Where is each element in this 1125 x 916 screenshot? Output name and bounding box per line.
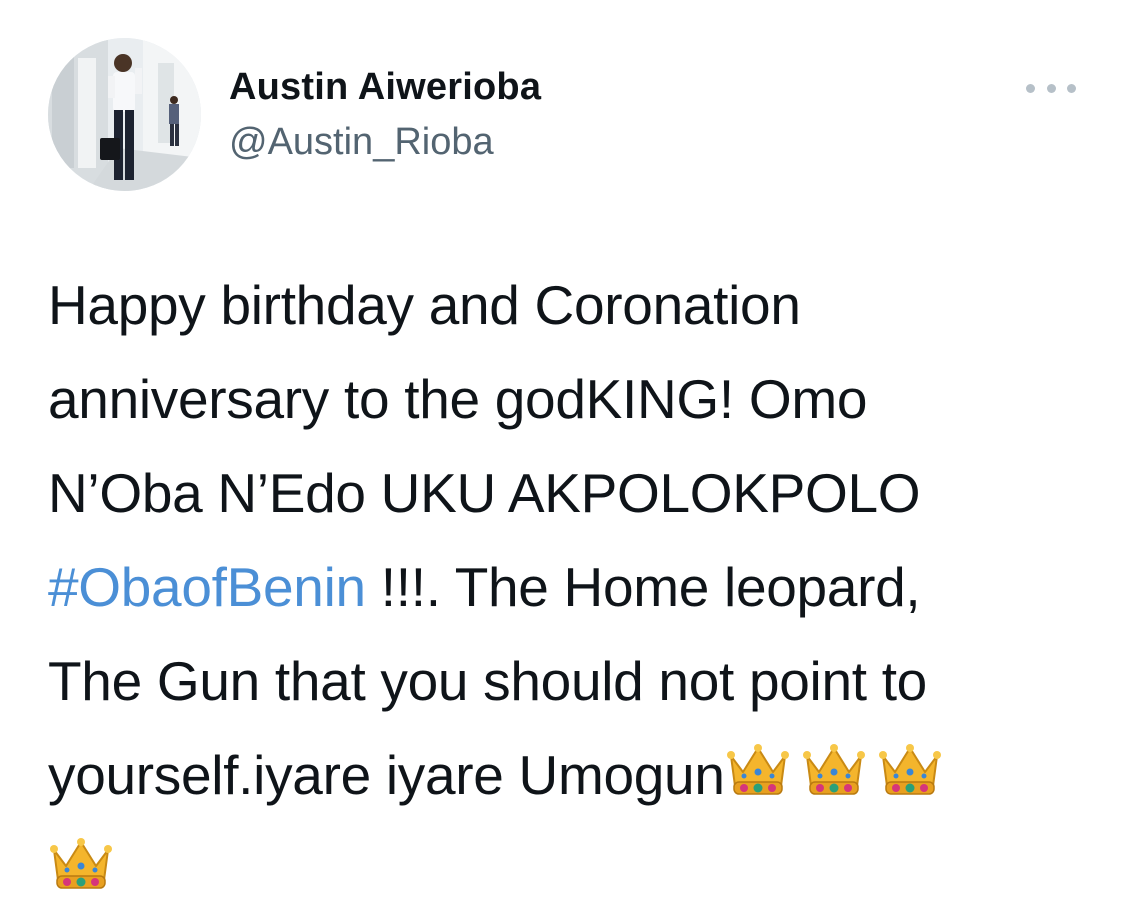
menu-dot [1067, 83, 1076, 93]
crown-icon [48, 836, 114, 894]
avatar[interactable] [48, 38, 201, 191]
crown-icon [725, 742, 791, 800]
tweet-line-text: yourself.iyare iyare Umogun [48, 744, 725, 806]
crown-icon [877, 742, 943, 800]
tweet-line-text: !!!. The Home leopard, [365, 556, 921, 618]
author-handle[interactable]: @Austin_Rioba [229, 121, 494, 164]
tweet-line [48, 822, 1088, 916]
crown-icon [801, 742, 867, 800]
more-options-icon[interactable] [1026, 78, 1076, 98]
tweet-line: N’Oba N’Edo UKU AKPOLOKPOLO [48, 462, 921, 524]
tweet-line: #ObaofBenin !!!. The Home leopard, [48, 540, 1088, 634]
tweet-card: Austin Aiwerioba @Austin_Rioba Happy bir… [0, 0, 1125, 914]
author-name[interactable]: Austin Aiwerioba [229, 66, 541, 109]
tweet-text: Happy birthday and Coronation anniversar… [48, 258, 1088, 916]
tweet-line: anniversary to the godKING! Omo [48, 368, 868, 430]
tweet-line: Happy birthday and Coronation [48, 274, 801, 336]
menu-dot [1026, 83, 1035, 93]
hashtag-link[interactable]: #ObaofBenin [48, 556, 366, 618]
tweet-line: The Gun that you should not point to [48, 650, 927, 712]
menu-dot [1046, 83, 1056, 93]
tweet-line: yourself.iyare iyare Umogun [48, 728, 1088, 822]
avatar-photo [48, 38, 201, 191]
